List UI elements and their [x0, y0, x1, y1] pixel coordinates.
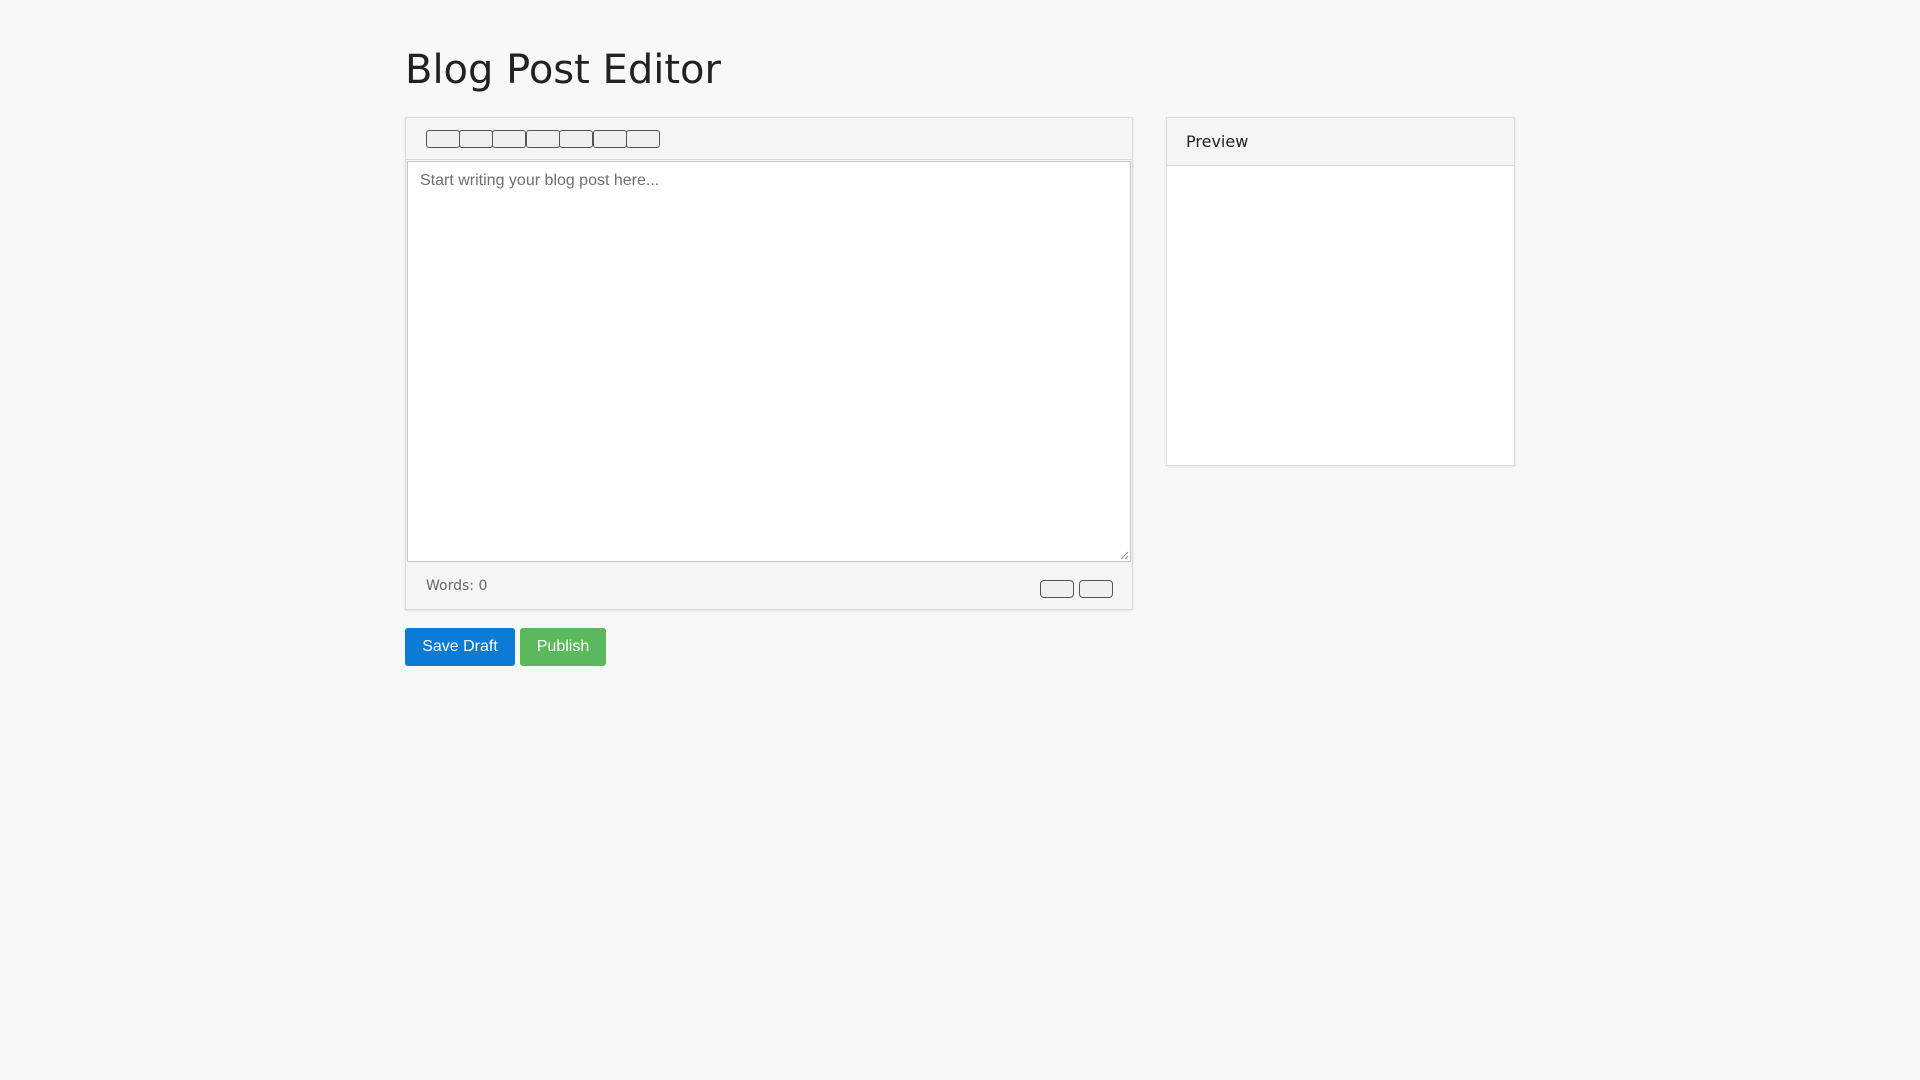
page-title: Blog Post Editor — [405, 47, 721, 93]
toolbar-button-1[interactable] — [426, 130, 460, 148]
preview-header: Preview — [1167, 118, 1514, 166]
editor-toolbar — [406, 118, 1132, 160]
page: Blog Post Editor Words: 0 Preview — [0, 0, 1920, 1080]
toolbar-button-6[interactable] — [593, 130, 627, 148]
word-count-label: Words: — [426, 578, 474, 594]
footer-button-1[interactable] — [1040, 580, 1074, 598]
toolbar-button-3[interactable] — [492, 130, 526, 148]
preview-panel: Preview — [1166, 117, 1515, 466]
preview-title: Preview — [1186, 132, 1249, 151]
footer-button-2[interactable] — [1079, 580, 1113, 598]
editor-panel: Words: 0 — [405, 117, 1133, 610]
word-count: Words: 0 — [426, 578, 487, 594]
publish-button[interactable]: Publish — [520, 628, 606, 666]
toolbar-button-4[interactable] — [526, 130, 560, 148]
post-content-textarea[interactable] — [407, 161, 1131, 562]
editor-footer: Words: 0 — [406, 564, 1132, 609]
word-count-value: 0 — [478, 578, 488, 594]
preview-body — [1167, 166, 1514, 465]
toolbar-button-5[interactable] — [559, 130, 593, 148]
toolbar-button-7[interactable] — [626, 130, 660, 148]
resize-grip-icon[interactable] — [1119, 550, 1129, 560]
save-draft-button[interactable]: Save Draft — [405, 628, 515, 666]
toolbar-button-2[interactable] — [459, 130, 493, 148]
